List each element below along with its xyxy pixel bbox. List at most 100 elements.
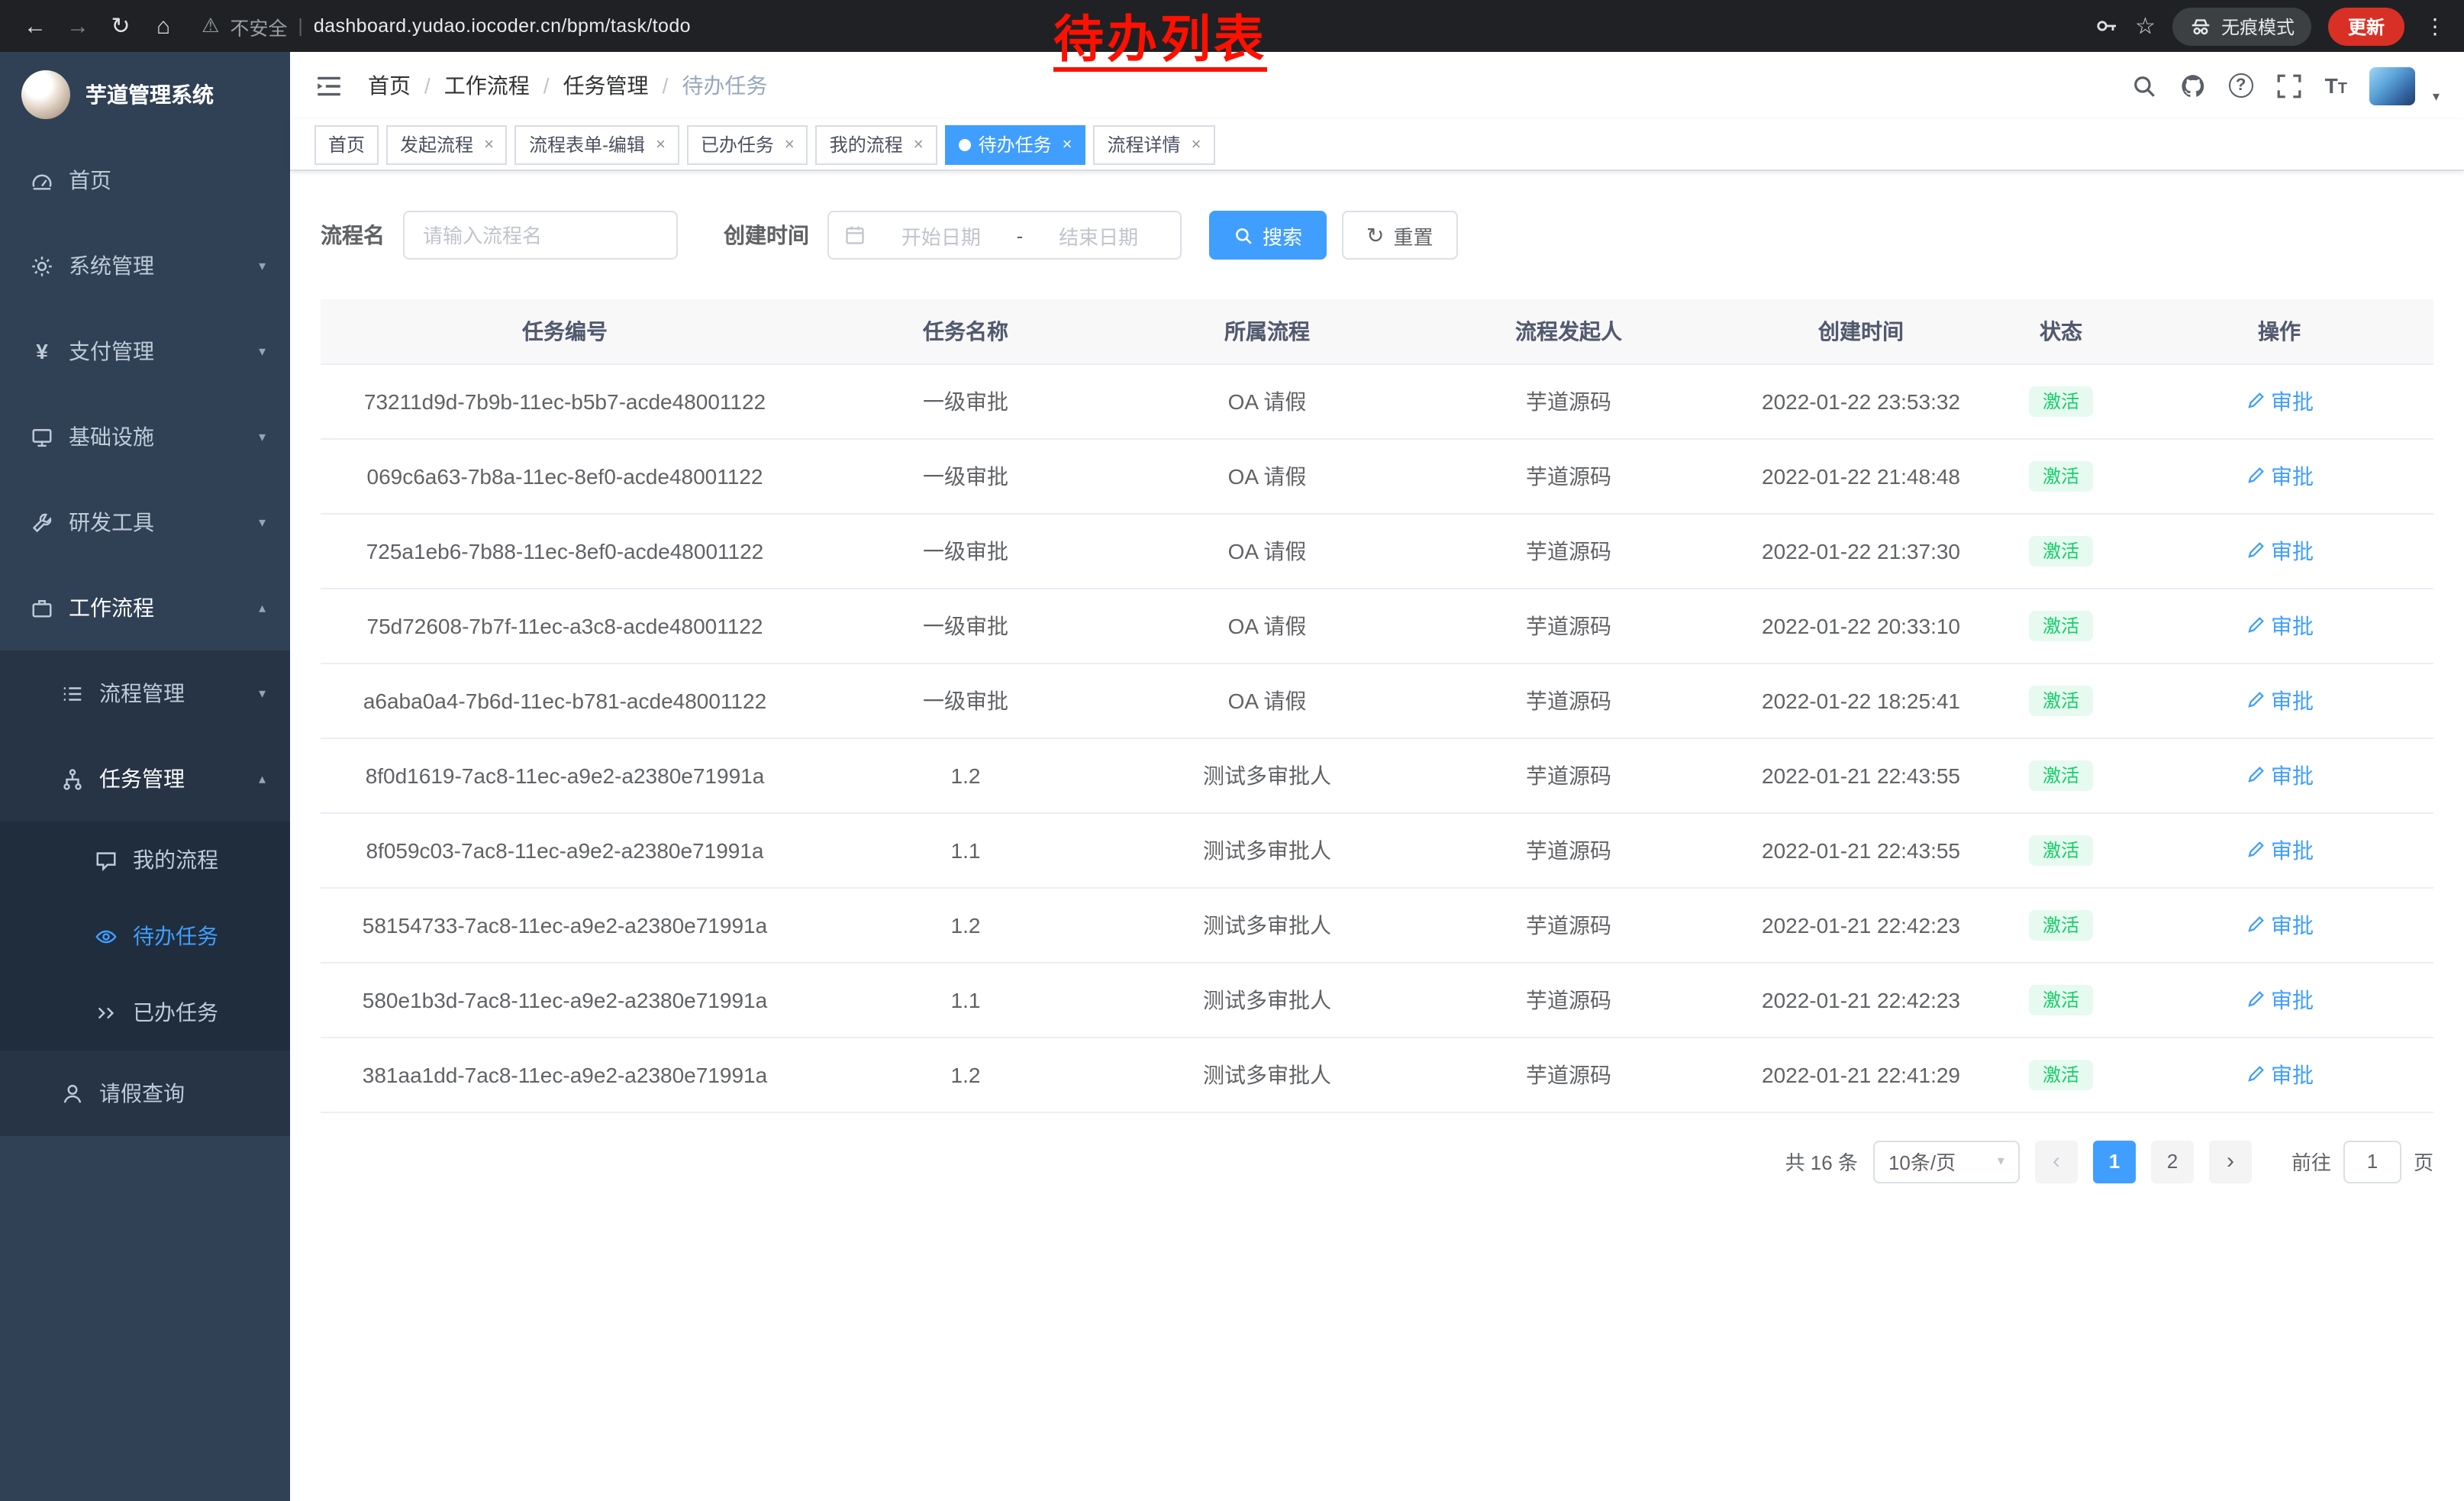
- forward-icon[interactable]: →: [58, 13, 98, 39]
- page-button-2[interactable]: 2: [2151, 1140, 2194, 1183]
- goto-unit: 页: [2414, 1147, 2433, 1176]
- page-size-select[interactable]: 10条/页 ▾: [1873, 1140, 2020, 1183]
- breadcrumb-current: 待办任务: [682, 70, 767, 101]
- close-icon[interactable]: ×: [1063, 135, 1072, 153]
- browser-update-button[interactable]: 更新: [2328, 7, 2404, 45]
- approve-link[interactable]: 审批: [2245, 984, 2314, 1015]
- close-icon[interactable]: ×: [1192, 135, 1201, 153]
- bookmark-star-icon[interactable]: ☆: [2135, 12, 2156, 40]
- approve-link[interactable]: 审批: [2245, 610, 2314, 641]
- search-button[interactable]: 搜索: [1209, 211, 1327, 260]
- breadcrumb-home[interactable]: 首页: [368, 70, 411, 101]
- task-name-cell: 一级审批: [809, 588, 1122, 663]
- breadcrumb-task-mgmt[interactable]: 任务管理: [563, 70, 649, 101]
- starter-cell: 芋道源码: [1412, 738, 1725, 812]
- process-cell: OA 请假: [1122, 513, 1412, 588]
- table-row: 8f059c03-7ac8-11ec-a9e2-a2380e71991a 1.1…: [321, 812, 2433, 887]
- created-cell: 2022-01-21 22:42:23: [1725, 887, 1997, 962]
- starter-cell: 芋道源码: [1412, 1037, 1725, 1112]
- address-bar[interactable]: ⚠ 不安全 | dashboard.yudao.iocoder.cn/bpm/t…: [202, 11, 691, 40]
- approve-link[interactable]: 审批: [2245, 460, 2314, 491]
- sidebar-item-home[interactable]: 首页: [0, 137, 290, 223]
- process-name-label: 流程名: [321, 220, 385, 250]
- sidebar-item-payment[interactable]: ¥ 支付管理 ▾: [0, 308, 290, 394]
- sidebar-item-leave-query[interactable]: 请假查询: [0, 1051, 290, 1136]
- sidebar-collapse-icon[interactable]: [314, 71, 343, 100]
- close-icon[interactable]: ×: [914, 135, 924, 153]
- create-time-label: 创建时间: [724, 220, 809, 250]
- password-key-icon[interactable]: [2094, 14, 2118, 38]
- task-name-cell: 一级审批: [809, 513, 1122, 588]
- tab-home[interactable]: 首页: [314, 124, 379, 164]
- table-header-row: 任务编号 任务名称 所属流程 流程发起人 创建时间 状态 操作: [321, 299, 2433, 363]
- user-avatar[interactable]: [2370, 66, 2416, 105]
- process-cell: OA 请假: [1122, 588, 1412, 663]
- page-button-1[interactable]: 1: [2093, 1140, 2136, 1183]
- status-cell: 激活: [1997, 663, 2125, 738]
- close-icon[interactable]: ×: [785, 135, 795, 153]
- tab-process-detail[interactable]: 流程详情×: [1094, 124, 1215, 164]
- created-cell: 2022-01-22 20:33:10: [1725, 588, 1997, 663]
- task-name-cell: 1.2: [809, 1037, 1122, 1112]
- status-cell: 激活: [1997, 962, 2125, 1037]
- created-cell: 2022-01-22 18:25:41: [1725, 663, 1997, 738]
- process-name-input[interactable]: [403, 211, 678, 260]
- chevron-up-icon: ▴: [259, 770, 266, 787]
- sidebar-item-process-mgmt[interactable]: 流程管理 ▾: [0, 650, 290, 736]
- list-icon: [61, 682, 84, 705]
- refresh-icon: ↻: [1366, 224, 1384, 246]
- home-icon[interactable]: ⌂: [144, 13, 183, 39]
- task-id-cell: 75d72608-7b7f-11ec-a3c8-acde48001122: [321, 588, 809, 663]
- url-text: dashboard.yudao.iocoder.cn/bpm/task/todo: [314, 15, 691, 37]
- font-size-icon[interactable]: TT: [2325, 73, 2347, 98]
- browser-menu-icon[interactable]: ⋮: [2421, 13, 2449, 39]
- sidebar-logo[interactable]: 芋道管理系统: [0, 52, 290, 137]
- fullscreen-icon[interactable]: [2276, 73, 2302, 98]
- back-icon[interactable]: ←: [15, 13, 55, 39]
- reload-icon[interactable]: ↻: [101, 12, 140, 40]
- prev-page-button[interactable]: ‹: [2035, 1140, 2078, 1183]
- sidebar-item-system[interactable]: 系统管理 ▾: [0, 223, 290, 308]
- next-page-button[interactable]: ›: [2209, 1140, 2252, 1183]
- breadcrumb-workflow[interactable]: 工作流程: [444, 70, 530, 101]
- approve-link[interactable]: 审批: [2245, 685, 2314, 715]
- pagination: 共 16 条 10条/页 ▾ ‹ 1 2 › 前往 页: [321, 1140, 2433, 1213]
- table-body: 73211d9d-7b9b-11ec-b5b7-acde48001122 一级审…: [321, 363, 2433, 1112]
- tab-start-process[interactable]: 发起流程×: [386, 124, 508, 164]
- edit-icon: [2245, 765, 2265, 785]
- reset-button[interactable]: ↻ 重置: [1342, 211, 1458, 260]
- starter-cell: 芋道源码: [1412, 438, 1725, 513]
- sidebar-item-done-task[interactable]: 已办任务: [0, 974, 290, 1051]
- tab-my-process[interactable]: 我的流程×: [816, 124, 937, 164]
- tab-form-edit[interactable]: 流程表单-编辑×: [515, 124, 679, 164]
- approve-link[interactable]: 审批: [2245, 386, 2314, 416]
- search-icon[interactable]: [2131, 73, 2157, 98]
- date-range-picker[interactable]: 开始日期 - 结束日期: [827, 211, 1182, 260]
- action-cell: 审批: [2125, 887, 2433, 962]
- user-menu-caret-icon[interactable]: ▾: [2433, 88, 2440, 105]
- sidebar-item-infrastructure[interactable]: 基础设施 ▾: [0, 394, 290, 479]
- sidebar-item-workflow[interactable]: 工作流程 ▴: [0, 565, 290, 650]
- sidebar-item-devtools[interactable]: 研发工具 ▾: [0, 479, 290, 565]
- status-cell: 激活: [1997, 363, 2125, 438]
- approve-link[interactable]: 审批: [2245, 909, 2314, 940]
- sidebar-item-todo-task[interactable]: 待办任务: [0, 898, 290, 974]
- yen-icon: ¥: [31, 339, 53, 363]
- goto-page-input[interactable]: [2343, 1140, 2401, 1183]
- breadcrumb-separator: /: [663, 73, 669, 98]
- org-chart-icon: [61, 767, 84, 790]
- close-icon[interactable]: ×: [656, 135, 666, 153]
- close-icon[interactable]: ×: [484, 135, 494, 153]
- chevron-down-icon: ▾: [259, 685, 266, 702]
- tab-todo-tasks[interactable]: 待办任务×: [945, 124, 1086, 164]
- approve-link[interactable]: 审批: [2245, 535, 2314, 566]
- sidebar-item-task-mgmt[interactable]: 任务管理 ▴: [0, 736, 290, 822]
- tab-done-tasks[interactable]: 已办任务×: [687, 124, 808, 164]
- approve-link[interactable]: 审批: [2245, 760, 2314, 790]
- approve-link[interactable]: 审批: [2245, 1059, 2314, 1089]
- starter-cell: 芋道源码: [1412, 588, 1725, 663]
- help-icon[interactable]: ?: [2229, 73, 2253, 98]
- sidebar-item-my-process[interactable]: 我的流程: [0, 822, 290, 898]
- github-icon[interactable]: [2180, 73, 2206, 98]
- approve-link[interactable]: 审批: [2245, 834, 2314, 865]
